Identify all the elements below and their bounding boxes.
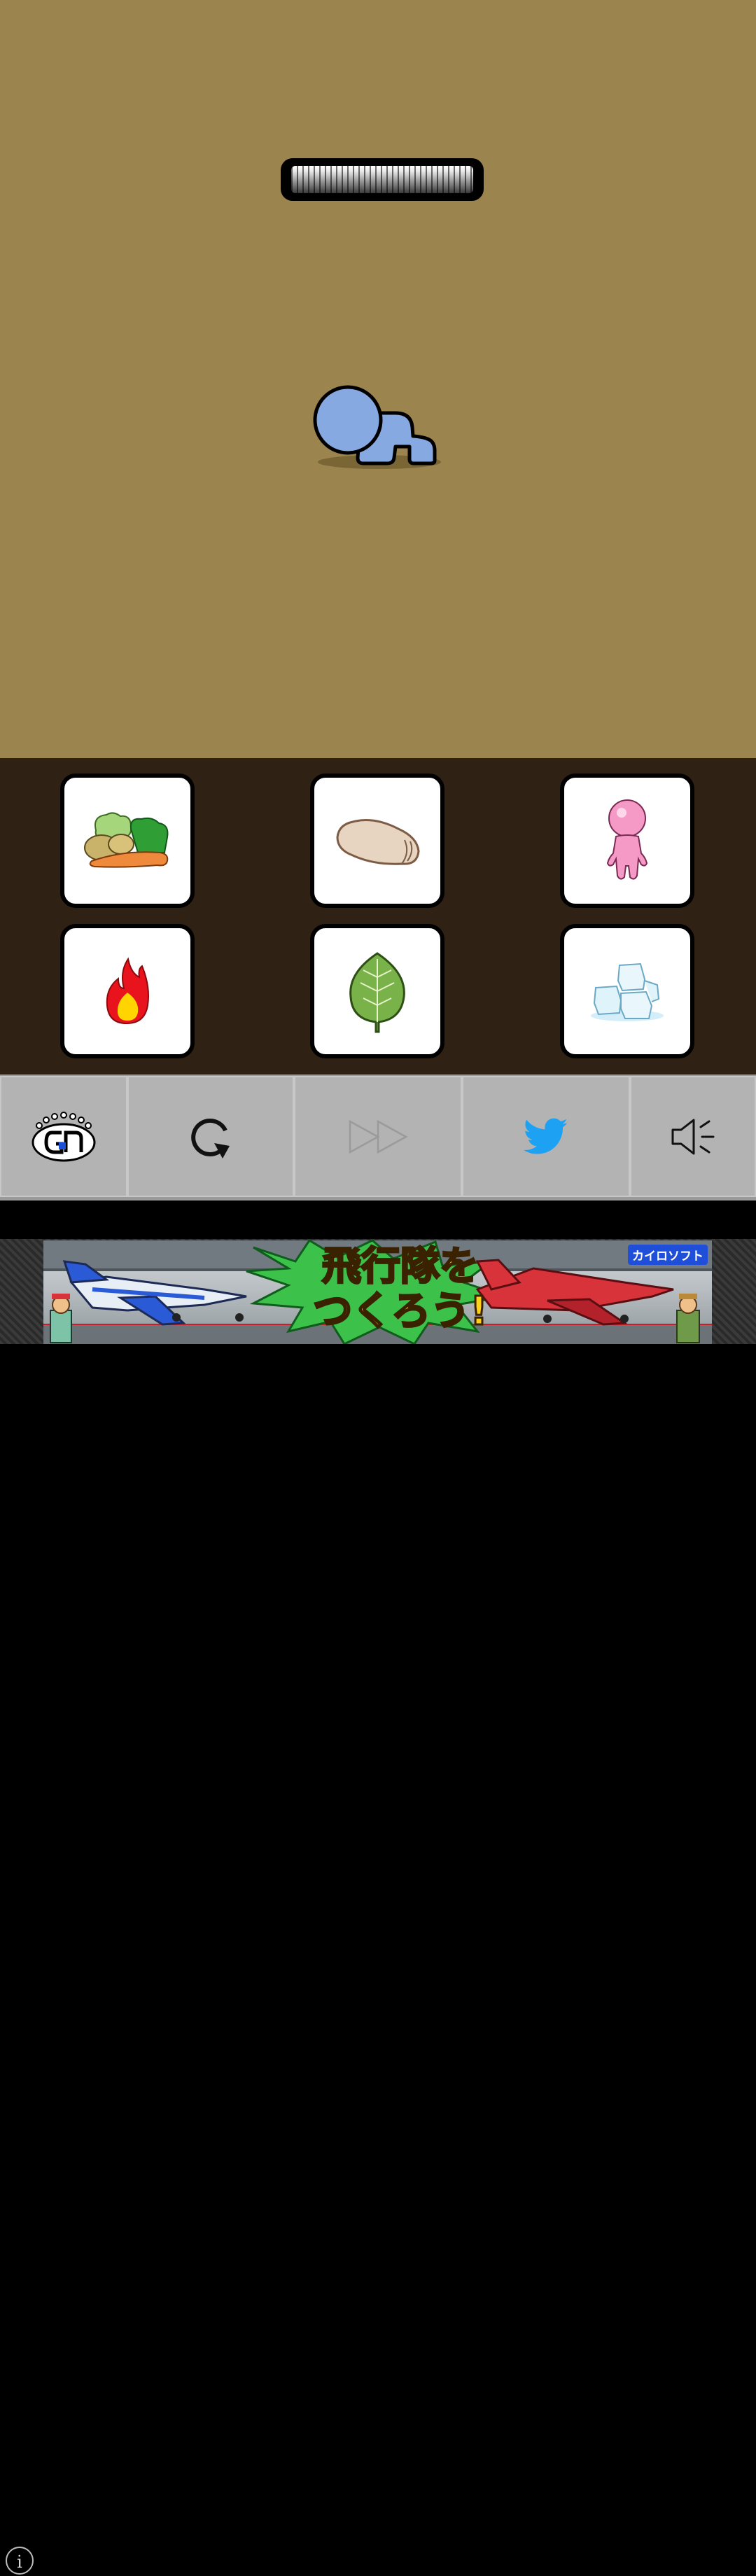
fast-forward-button[interactable] — [294, 1076, 462, 1197]
item-towel-button[interactable] — [310, 774, 444, 908]
pilot-right-icon — [676, 1294, 700, 1343]
ad-title-line2: つくろう! — [312, 1288, 489, 1335]
fast-forward-icon — [349, 1119, 408, 1154]
developer-logo-icon — [31, 1111, 96, 1161]
ad-area: 飛行隊を つくろう! カイロソフト i — [0, 1239, 756, 2575]
refresh-icon — [191, 1118, 230, 1158]
baby-character[interactable] — [312, 384, 444, 471]
divider-bar — [0, 1200, 756, 1239]
retry-button[interactable] — [127, 1076, 294, 1197]
twitter-share-button[interactable] — [462, 1076, 630, 1197]
twitter-icon — [524, 1118, 568, 1154]
towel-icon — [336, 819, 420, 865]
item-tray — [0, 758, 756, 1074]
sound-button[interactable] — [630, 1076, 756, 1197]
item-doll-button[interactable] — [560, 774, 694, 908]
item-leaf-button[interactable] — [310, 924, 444, 1058]
ad-title: 飛行隊を つくろう! — [281, 1243, 519, 1335]
toolbar — [0, 1074, 756, 1200]
growth-meter-fill — [291, 166, 473, 193]
growth-meter — [281, 158, 484, 201]
pilot-left-icon — [50, 1294, 72, 1343]
ad-brand-label: カイロソフト — [628, 1245, 708, 1265]
item-ice-button[interactable] — [560, 924, 694, 1058]
ad-info-button[interactable]: i — [6, 2547, 34, 2575]
doll-icon — [606, 799, 648, 880]
logo-button[interactable] — [0, 1076, 127, 1197]
ad-banner[interactable]: 飛行隊を つくろう! カイロソフト — [43, 1240, 712, 1344]
ice-icon — [591, 962, 664, 1021]
vegetables-icon — [84, 812, 169, 868]
item-fire-button[interactable] — [60, 924, 195, 1058]
item-vegetables-button[interactable] — [60, 774, 195, 908]
fire-icon — [106, 957, 149, 1025]
game-stage[interactable] — [0, 0, 756, 758]
leaf-icon — [349, 952, 405, 1033]
ad-title-line1: 飛行隊を — [321, 1243, 480, 1290]
speaker-icon — [671, 1119, 715, 1154]
